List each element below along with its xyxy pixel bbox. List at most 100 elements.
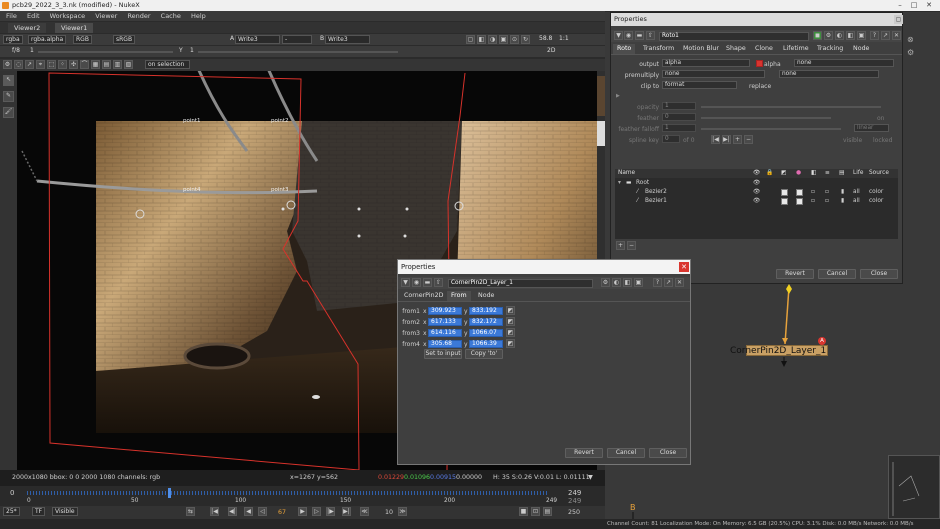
roi-icon[interactable]: ▢ — [466, 35, 475, 44]
alpha-checkbox[interactable] — [756, 60, 763, 67]
select-tool-icon[interactable]: ↖ — [3, 75, 14, 86]
feather-icon[interactable]: ◌ — [14, 60, 23, 69]
expand-arrow-icon[interactable]: ▶ — [616, 93, 620, 99]
collapse-icon[interactable]: ▼ — [401, 278, 410, 287]
refresh-icon[interactable]: ↻ — [521, 35, 530, 44]
flipbook-icon[interactable]: ▤ — [543, 507, 552, 516]
gain-slider[interactable] — [38, 51, 173, 53]
tab-viewer1[interactable]: Viewer1 — [55, 23, 94, 33]
copy-to-button[interactable]: Copy 'to' — [465, 349, 503, 359]
settings-icon[interactable]: ⚙ — [601, 278, 610, 287]
layer-life[interactable]: all — [853, 188, 860, 197]
timeline[interactable]: 0 0 50 100 150 200 249 249 249 — [0, 486, 605, 506]
add-key-button[interactable]: + — [733, 135, 742, 144]
from2-y-field[interactable]: 832.172 — [469, 318, 503, 326]
close-panel-icon[interactable]: ✕ — [892, 31, 901, 40]
lock-icon[interactable]: ⊙ — [510, 35, 519, 44]
float-icon[interactable]: ↗ — [881, 31, 890, 40]
roto-revert-button[interactable]: Revert — [776, 269, 814, 279]
step-back-icon[interactable]: ◀ — [244, 507, 253, 516]
input-b-dropdown[interactable]: Write3 — [325, 35, 370, 44]
menu-file[interactable]: File — [6, 12, 17, 20]
cornerpin-close-button[interactable]: Close — [649, 448, 687, 458]
menu-workspace[interactable]: Workspace — [50, 12, 86, 20]
alpha-channel-dropdown[interactable]: rgba.alpha — [28, 35, 67, 44]
transform-icon[interactable]: ✣ — [69, 60, 78, 69]
channels-dropdown[interactable]: rgba — [3, 35, 23, 44]
lock-range-icon[interactable]: ⊡ — [531, 507, 540, 516]
falloff-curve-dropdown[interactable]: linear — [854, 124, 889, 132]
node-color-icon[interactable]: ◉ — [412, 278, 421, 287]
settings-icon[interactable]: ⚙ — [824, 31, 833, 40]
record-icon[interactable]: ■ — [519, 507, 528, 516]
last-frame-icon[interactable]: ▶| — [342, 507, 351, 516]
lut-icon[interactable]: ◧ — [846, 31, 855, 40]
maximize-button[interactable]: □ — [907, 0, 921, 11]
col-visible-icon[interactable]: 👁 — [753, 169, 760, 178]
gamma-value[interactable]: 1 — [188, 47, 196, 56]
menu-render[interactable]: Render — [127, 12, 150, 20]
script-icon[interactable]: ▣ — [634, 278, 643, 287]
close-window-button[interactable]: ✕ — [922, 0, 936, 11]
col-mb-icon[interactable]: ≡ — [825, 169, 830, 178]
col-life[interactable]: Life — [853, 169, 863, 178]
input-a-dropdown[interactable]: Write3 — [235, 35, 280, 44]
selection-mode-dropdown[interactable]: on selection — [145, 60, 190, 69]
falloff-slider[interactable] — [701, 128, 841, 130]
col-name[interactable]: Name — [618, 169, 635, 178]
label-points-icon[interactable]: ▤ — [102, 60, 111, 69]
remove-layer-icon[interactable]: − — [627, 241, 636, 250]
feather-slider[interactable] — [701, 117, 831, 119]
display-channels-dropdown[interactable]: RGB — [73, 35, 92, 44]
composite-dropdown[interactable]: - — [282, 35, 312, 44]
layer-source[interactable]: color — [869, 188, 883, 197]
script-icon[interactable]: ▣ — [857, 31, 866, 40]
step-forward-icon[interactable]: ▷ — [312, 507, 321, 516]
properties-collapse-icon[interactable]: ⊗ — [907, 35, 914, 44]
node-graph-minimap[interactable] — [888, 455, 940, 519]
viewer-mode-dropdown[interactable]: 2D — [545, 47, 557, 56]
from2-x-field[interactable]: 617.133 — [428, 318, 462, 326]
premultiply-dropdown[interactable]: none — [662, 70, 765, 78]
col-lock-icon[interactable]: 🔒 — [766, 169, 773, 178]
feather-falloff-field[interactable]: 1 — [662, 124, 696, 132]
roto-layer-list[interactable]: Name 👁 🔒 ◩ ● ◧ ≡ ▤ Life Source ▾ ▬ Root … — [615, 169, 898, 239]
tf-dropdown[interactable]: TF — [32, 507, 46, 516]
clipto-dropdown[interactable]: format — [662, 81, 737, 89]
layer-life[interactable]: all — [853, 197, 860, 206]
lut-icon[interactable]: ◧ — [623, 278, 632, 287]
loop-icon[interactable]: ⇆ — [186, 507, 195, 516]
minimize-panel-icon[interactable]: ▬ — [635, 31, 644, 40]
pin-panel-icon[interactable]: ⇧ — [646, 31, 655, 40]
color-swatch[interactable] — [796, 198, 803, 205]
add-layer-icon[interactable]: + — [616, 241, 625, 250]
pin-panel-icon[interactable]: ⇧ — [434, 278, 443, 287]
cornerpin-node-name[interactable]: CornerPin2D_Layer_1 — [448, 279, 593, 288]
menu-viewer[interactable]: Viewer — [95, 12, 117, 20]
opacity-slider[interactable] — [701, 106, 881, 108]
select-icon[interactable]: ⬚ — [47, 60, 56, 69]
tab-node[interactable]: Node — [474, 291, 498, 301]
invert-checkbox[interactable] — [781, 198, 788, 205]
cornerpin-cancel-button[interactable]: Cancel — [607, 448, 645, 458]
end-frame[interactable]: 250 — [568, 506, 580, 519]
from1-x-field[interactable]: 309.923 — [428, 307, 462, 315]
tab-node[interactable]: Node — [849, 44, 873, 54]
skip-forward-icon[interactable]: ≫ — [398, 507, 407, 516]
skip-back-icon[interactable]: ≪ — [360, 507, 369, 516]
next-key-button[interactable]: ▶| — [722, 135, 731, 144]
from3-anim-icon[interactable]: ◩ — [506, 328, 515, 337]
help-icon[interactable]: ? — [653, 278, 662, 287]
from4-y-field[interactable]: 1066.39 — [469, 340, 503, 348]
show-box-icon[interactable]: ▥ — [113, 60, 122, 69]
info-dropdown-icon[interactable]: ▼ — [588, 470, 593, 486]
tab-motion-blur[interactable]: Motion Blur — [679, 44, 723, 54]
menu-cache[interactable]: Cache — [161, 12, 181, 20]
tab-viewer2[interactable]: Viewer2 — [8, 23, 47, 33]
view-icon[interactable]: ◐ — [835, 31, 844, 40]
lut-dropdown[interactable]: sRGB — [113, 35, 136, 44]
col-invert-icon[interactable]: ◩ — [781, 169, 786, 178]
roto-panel-float-icon[interactable]: ▢ — [894, 15, 903, 24]
tangent-icon[interactable]: ⌒ — [80, 60, 89, 69]
output-mask-dropdown[interactable]: none — [794, 59, 894, 67]
